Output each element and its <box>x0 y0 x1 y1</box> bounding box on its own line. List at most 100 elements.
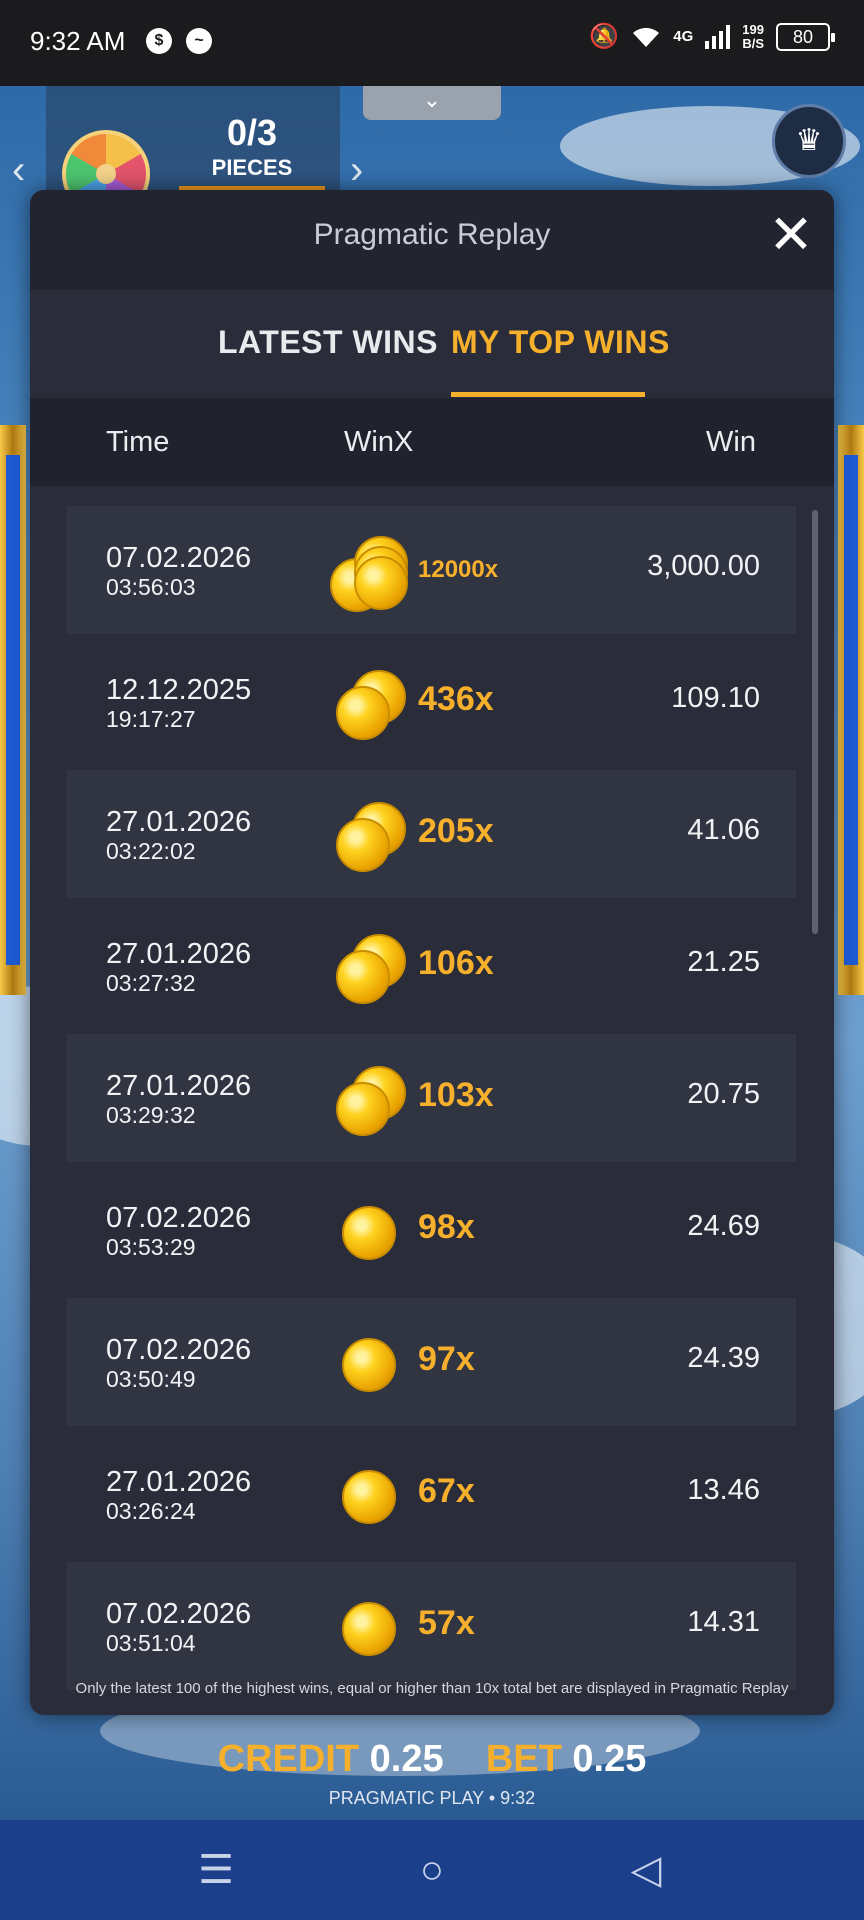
win-date: 27.01.2026 <box>106 938 252 970</box>
table-header: Time WinX Win <box>30 398 834 486</box>
footnote: Only the latest 100 of the highest wins,… <box>75 1680 789 1697</box>
column-header-winx: WinX <box>344 426 414 458</box>
coin-icon <box>342 1470 396 1524</box>
coin-icon <box>336 686 390 740</box>
battery-icon: 80 <box>776 22 835 51</box>
win-date: 07.02.2026 <box>106 1202 252 1234</box>
tab-latest-wins[interactable]: LATEST WINS <box>218 324 438 361</box>
tab-my-top-wins[interactable]: MY TOP WINS <box>451 324 670 361</box>
win-date: 07.02.2026 <box>106 1334 252 1366</box>
active-tab-indicator <box>451 392 645 397</box>
coin-icon <box>342 1206 396 1260</box>
coin-icon <box>342 1602 396 1656</box>
win-amount: 20.75 <box>687 1078 760 1110</box>
gold-coins-icon <box>328 796 408 876</box>
close-icon: ✕ <box>768 205 814 265</box>
credit-label: CREDIT <box>217 1738 360 1780</box>
win-amount: 24.39 <box>687 1342 760 1374</box>
gold-coins-icon <box>328 928 408 1008</box>
gold-coins-icon <box>328 1324 408 1404</box>
column-header-time: Time <box>106 426 170 458</box>
coin-icon <box>342 1338 396 1392</box>
chevron-down-icon: ⌄ <box>422 87 442 112</box>
win-date: 27.01.2026 <box>106 1070 252 1102</box>
win-date: 27.01.2026 <box>106 806 252 838</box>
credit-value: 0.25 <box>369 1738 444 1780</box>
win-amount: 109.10 <box>671 682 760 714</box>
table-row[interactable]: 27.01.2026 03:29:32 103x 20.75 <box>66 1034 796 1162</box>
gold-coins-icon <box>328 532 408 612</box>
gold-coins-icon <box>328 1192 408 1272</box>
close-button[interactable]: ✕ <box>764 208 818 264</box>
table-row[interactable]: 07.02.2026 03:53:29 98x 24.69 <box>66 1166 796 1294</box>
chevron-right-icon[interactable]: › <box>350 148 363 193</box>
win-multiplier: 103x <box>418 1076 494 1114</box>
coin-icon <box>354 556 408 610</box>
win-date: 07.02.2026 <box>106 542 252 574</box>
network-speed: 199 B/S <box>742 21 764 51</box>
win-amount: 41.06 <box>687 814 760 846</box>
gold-coins-icon <box>328 1588 408 1668</box>
win-multiplier: 436x <box>418 680 494 718</box>
chevron-left-icon[interactable]: ‹ <box>12 148 25 193</box>
mute-icon: 🔕 <box>589 23 620 50</box>
win-multiplier: 12000x <box>418 556 499 583</box>
win-time: 03:26:24 <box>106 1498 196 1524</box>
gold-coins-icon <box>328 1060 408 1140</box>
table-row[interactable]: 07.02.2026 03:51:04 57x 14.31 <box>66 1562 796 1690</box>
win-date: 07.02.2026 <box>106 1598 252 1630</box>
signal-icon <box>705 24 731 49</box>
win-amount: 13.46 <box>687 1474 760 1506</box>
back-triangle-icon: ◁ <box>630 1848 662 1892</box>
bet-value: 0.25 <box>572 1738 647 1780</box>
column-header-win: Win <box>706 426 756 458</box>
pieces-label: PIECES <box>211 155 293 180</box>
gold-coins-icon <box>328 664 408 744</box>
win-time: 03:22:02 <box>106 838 196 864</box>
coin-icon <box>336 818 390 872</box>
home-button[interactable]: ○ <box>402 1848 462 1892</box>
menu-icon: ☰ <box>198 1848 234 1892</box>
table-row[interactable]: 27.01.2026 03:26:24 67x 13.46 <box>66 1430 796 1558</box>
home-circle-icon: ○ <box>419 1848 445 1892</box>
crown-icon: ♛ <box>795 124 823 157</box>
coin-icon <box>336 950 390 1004</box>
messenger-icon: ~ <box>186 28 212 54</box>
credit-bet-bar: CREDIT 0.25 BET 0.25 <box>0 1738 864 1781</box>
recent-apps-button[interactable]: ☰ <box>186 1848 246 1892</box>
provider-label: PRAGMATIC PLAY • 9:32 <box>328 1788 536 1808</box>
status-time: 9:32 AM <box>30 26 126 56</box>
win-time: 19:17:27 <box>106 706 196 732</box>
win-time: 03:51:04 <box>106 1630 196 1656</box>
collapse-handle[interactable]: ⌄ <box>363 86 501 120</box>
network-type: 4G <box>673 28 694 45</box>
bet-label: BET <box>485 1738 562 1780</box>
win-multiplier: 205x <box>418 812 494 850</box>
win-date: 12.12.2025 <box>106 674 252 706</box>
coin-icon <box>336 1082 390 1136</box>
table-row[interactable]: 07.02.2026 03:56:03 12000x 3,000.00 <box>66 506 796 634</box>
win-amount: 14.31 <box>687 1606 760 1638</box>
status-bar: 9:32 AM $ ~ 🔕 4G 199 B/S 80 <box>0 0 864 86</box>
win-time: 03:50:49 <box>106 1366 196 1392</box>
wifi-icon <box>633 27 660 47</box>
modal-title: Pragmatic Replay <box>313 218 551 251</box>
table-row[interactable]: 27.01.2026 03:27:32 106x 21.25 <box>66 902 796 1030</box>
modal-header: Pragmatic Replay ✕ <box>30 190 834 290</box>
win-time: 03:29:32 <box>106 1102 196 1128</box>
pragmatic-logo-button[interactable]: ♛ <box>772 104 846 178</box>
pieces-count: 0/3 <box>226 112 278 153</box>
win-multiplier: 57x <box>418 1604 475 1642</box>
table-row[interactable]: 07.02.2026 03:50:49 97x 24.39 <box>66 1298 796 1426</box>
tabs: LATEST WINS MY TOP WINS <box>30 290 834 398</box>
win-amount: 3,000.00 <box>647 550 760 582</box>
back-button[interactable]: ◁ <box>616 1848 676 1892</box>
win-multiplier: 106x <box>418 944 494 982</box>
table-row[interactable]: 12.12.2025 19:17:27 436x 109.10 <box>66 638 796 766</box>
table-row[interactable]: 27.01.2026 03:22:02 205x 41.06 <box>66 770 796 898</box>
scrollbar[interactable] <box>812 510 818 934</box>
win-time: 03:56:03 <box>106 574 196 600</box>
shop-icon: $ <box>146 28 172 54</box>
win-multiplier: 98x <box>418 1208 475 1246</box>
android-nav-bar: ☰ ○ ◁ <box>0 1820 864 1920</box>
